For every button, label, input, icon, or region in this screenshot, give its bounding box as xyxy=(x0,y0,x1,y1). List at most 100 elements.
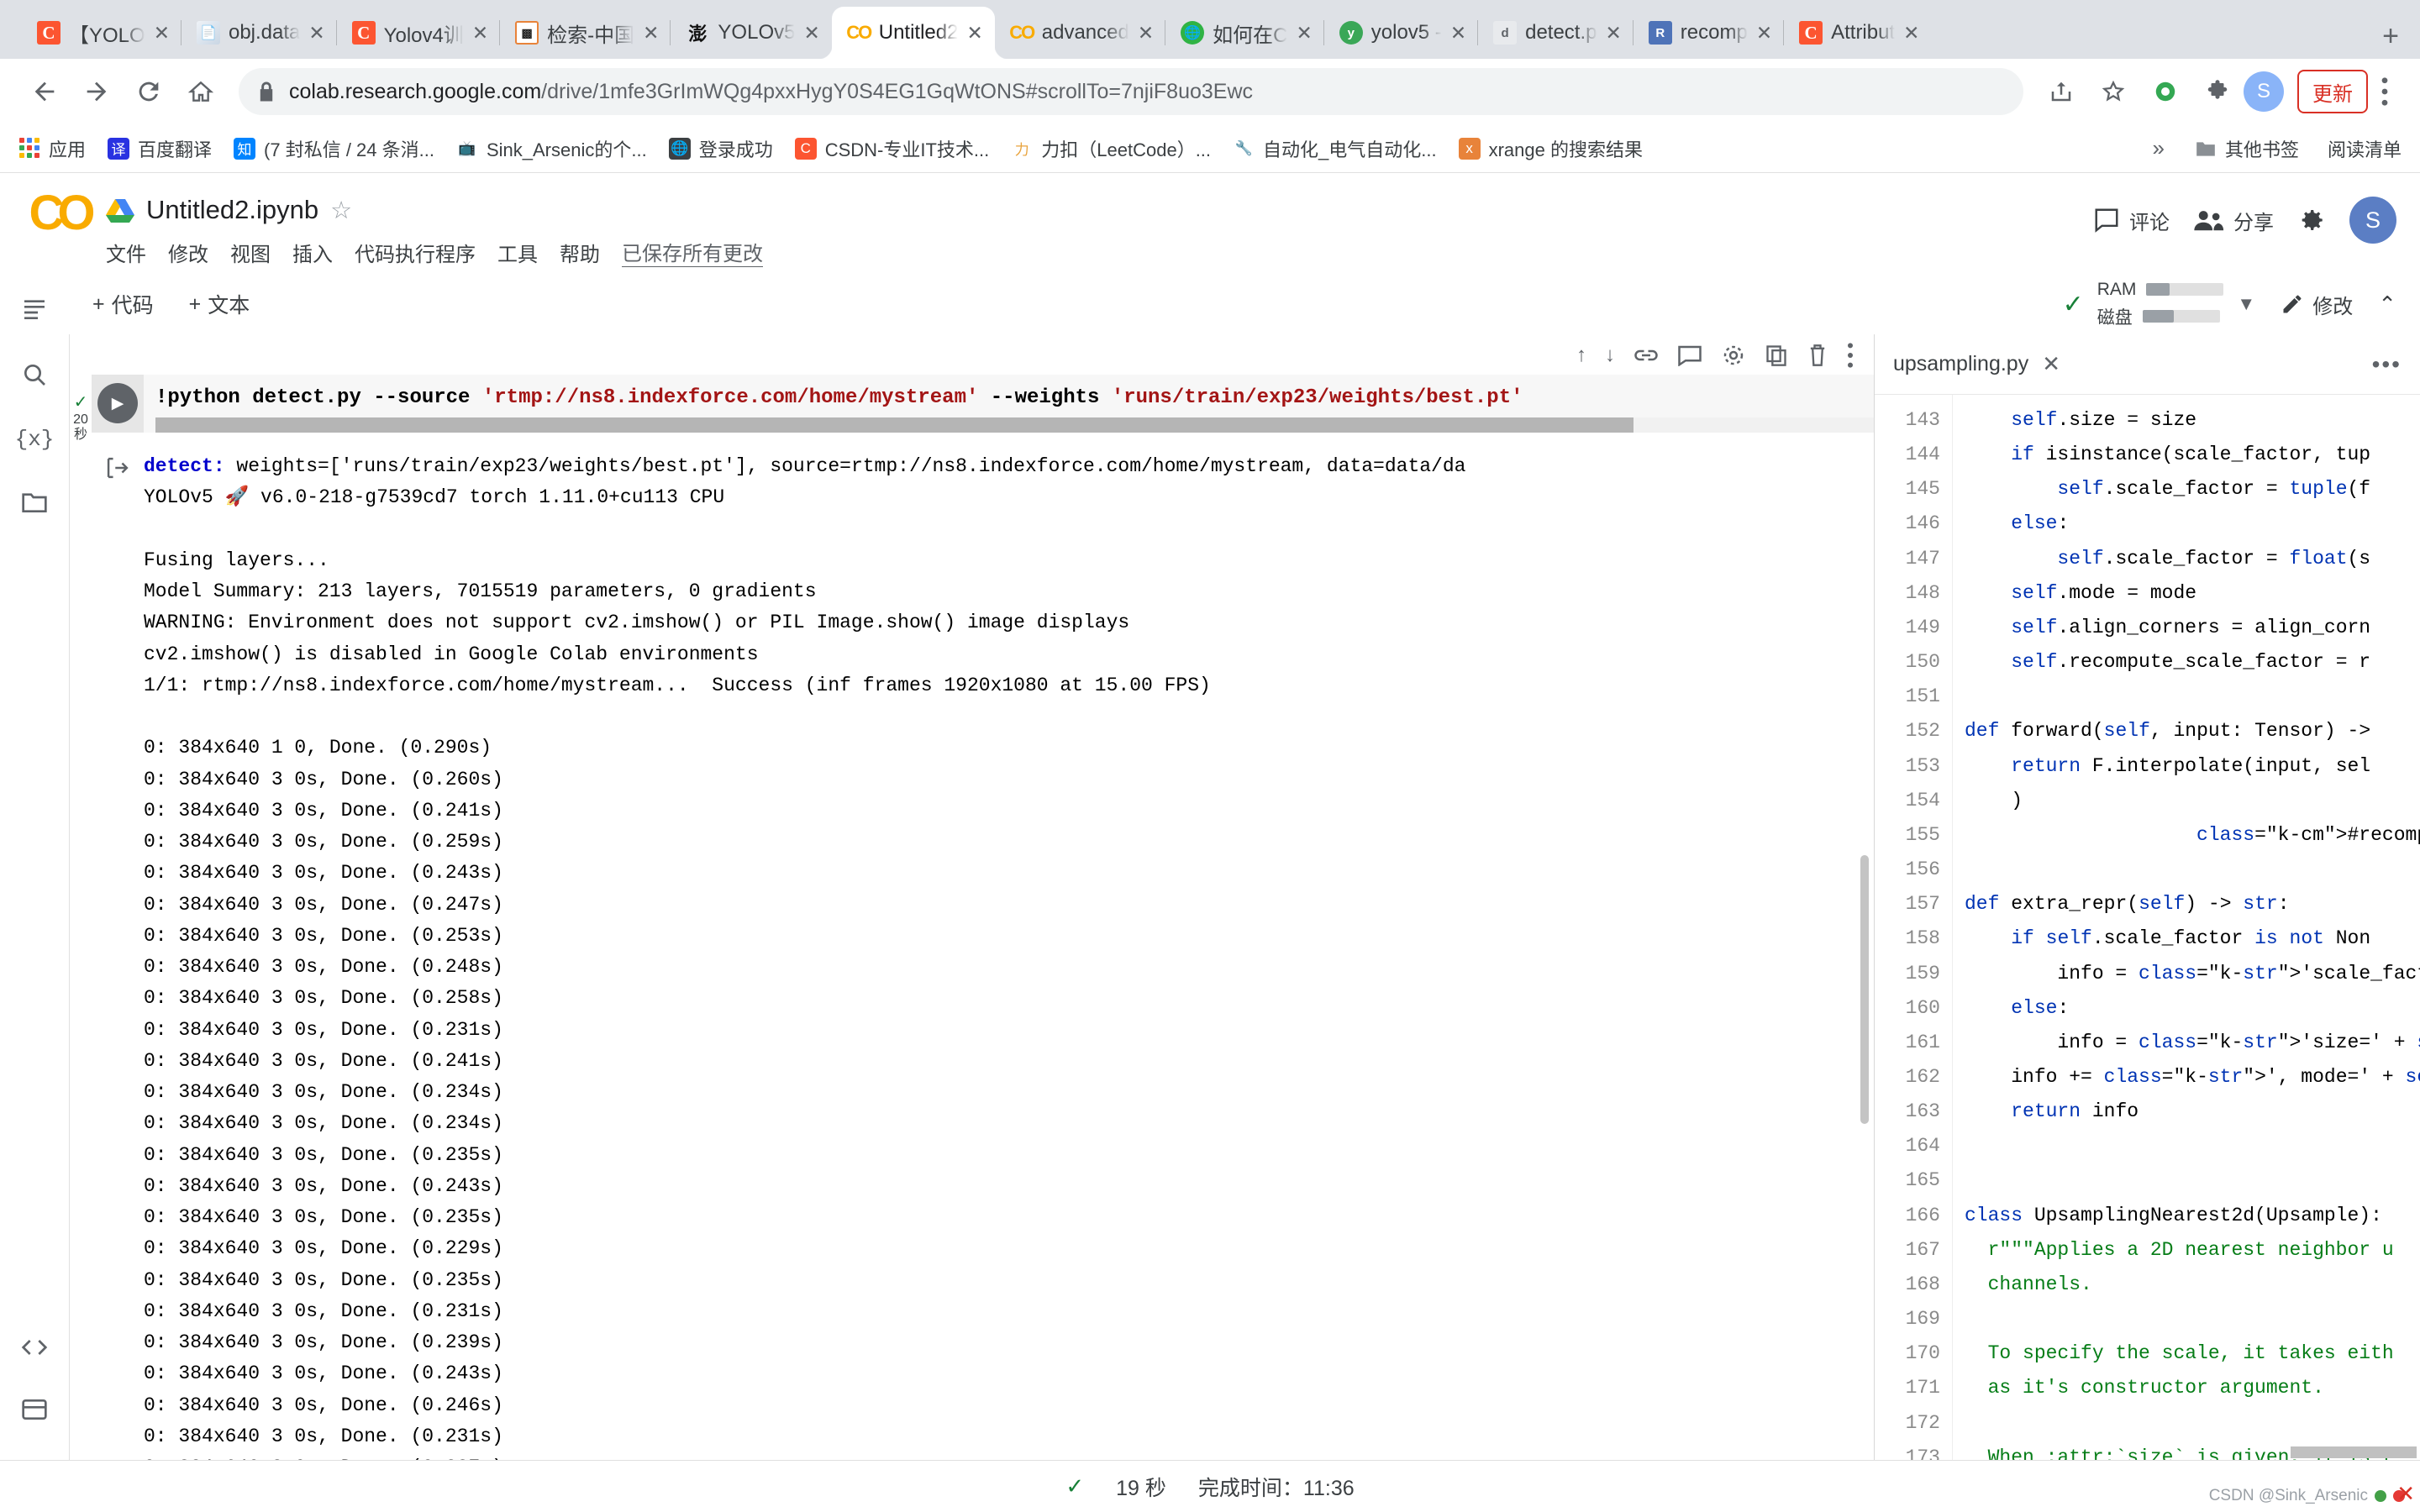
home-icon[interactable] xyxy=(175,66,227,118)
menu-item-3[interactable]: 插入 xyxy=(292,238,333,267)
bookmark-item[interactable]: 知 (7 封私信 / 24 条消... xyxy=(234,135,434,162)
reload-icon[interactable] xyxy=(123,66,175,118)
browser-tab[interactable]: C 【YOLO ✕ xyxy=(22,7,182,59)
copy-icon[interactable] xyxy=(1765,344,1788,367)
notebook-scrollbar[interactable] xyxy=(1860,855,1869,1124)
comment-button[interactable]: 评论 xyxy=(2092,206,2170,235)
share-button[interactable]: 分享 xyxy=(2193,206,2274,235)
close-icon[interactable]: ✕ xyxy=(154,23,170,43)
bookmark-item[interactable]: x xrange 的搜索结果 xyxy=(1458,135,1643,162)
chevron-down-icon[interactable]: ▼ xyxy=(2237,293,2255,315)
menu-item-4[interactable]: 代码执行程序 xyxy=(355,238,476,267)
browser-tab[interactable]: Rrecomp ✕ xyxy=(1632,7,1784,59)
new-tab-button[interactable]: + xyxy=(2368,13,2413,59)
file-editor-code[interactable]: 143 144 145 146 147 148 149 150 151 152 153 154 155 1… xyxy=(1875,395,2420,1460)
close-icon[interactable]: ✕ xyxy=(643,23,659,43)
search-icon[interactable] xyxy=(21,361,48,388)
editor-line-number: 169 xyxy=(1905,1308,1940,1331)
variables-icon[interactable]: {x} xyxy=(15,427,55,452)
editor-hscrollbar[interactable] xyxy=(2291,1446,2417,1458)
collapse-header-button[interactable]: ⌃ xyxy=(2378,291,2396,318)
close-icon[interactable]: ✕ xyxy=(1450,23,1466,43)
code-snippets-icon[interactable] xyxy=(21,1336,48,1359)
move-up-icon[interactable]: ↑ xyxy=(1576,344,1586,367)
menu-item-2[interactable]: 视图 xyxy=(230,238,271,267)
browser-tab[interactable]: CO advanced ✕ xyxy=(995,7,1165,59)
browser-tab[interactable]: d detect.p ✕ xyxy=(1477,7,1634,59)
resource-monitor[interactable]: ✓ RAM 磁盘 ▼ xyxy=(2063,280,2256,329)
toc-icon[interactable] xyxy=(21,296,48,323)
browser-tab[interactable]: y yolov5 - ✕ xyxy=(1323,7,1478,59)
move-down-icon[interactable]: ↓ xyxy=(1605,344,1615,367)
tab-strip: C 【YOLO ✕ 📄 obj.data ✕ C Yolov4训 ✕ ▩ 检索-中国 ✕ 澎 YOLOv5… xyxy=(0,0,2420,59)
bookmark-item[interactable]: C CSDN-专业IT技术... xyxy=(794,135,989,162)
file-editor-filename[interactable]: upsampling.py xyxy=(1893,352,2028,376)
browser-tab[interactable]: 📄 obj.data ✕ xyxy=(180,7,337,59)
link-icon[interactable] xyxy=(1634,344,1659,366)
browser-tab[interactable]: 🌐 如何在C ✕ xyxy=(1165,7,1324,59)
close-icon[interactable]: ✕ xyxy=(1606,23,1622,43)
menu-item-1[interactable]: 修改 xyxy=(168,238,208,267)
bookmark-item[interactable]: 力力扣（LeetCode）... xyxy=(1011,135,1211,162)
add-text-cell-button[interactable]: + 文本 xyxy=(189,289,250,319)
delete-icon[interactable] xyxy=(1807,344,1828,367)
close-icon[interactable]: ✕ xyxy=(1903,23,1919,43)
close-icon[interactable]: ✕ xyxy=(1756,23,1772,43)
colab-avatar[interactable]: S xyxy=(2349,197,2396,244)
star-icon[interactable] xyxy=(2087,66,2139,118)
address-bar[interactable]: colab.research.google.com/drive/1mfe3GrI… xyxy=(239,68,2023,115)
menu-item-0[interactable]: 文件 xyxy=(106,238,146,267)
close-icon[interactable]: ✕ xyxy=(472,23,488,43)
bookmark-item[interactable]: 应用 xyxy=(18,135,86,162)
more-vert-icon[interactable] xyxy=(1847,343,1854,368)
menu-item-6[interactable]: 帮助 xyxy=(560,238,600,267)
editor-code-lines[interactable]: self.size = size if isinstance(scale_fac… xyxy=(1952,395,2420,1460)
bookmarks-overflow[interactable]: » xyxy=(2144,135,2173,161)
bookmark-item[interactable]: 📺 Sink_Arsenic的个... xyxy=(455,135,647,162)
close-icon[interactable]: ✕ xyxy=(2042,351,2060,377)
colab-subheader: + 代码 + 文本 ✓ RAM 磁盘 ▼ 修改 ⌃ xyxy=(0,274,2420,334)
bookmark-item[interactable]: 🔧 自动化_电气自动化... xyxy=(1233,135,1437,162)
run-icon[interactable]: ▶ xyxy=(97,383,138,423)
more-horiz-icon[interactable]: ••• xyxy=(2372,351,2402,378)
share-icon[interactable] xyxy=(2035,66,2087,118)
bookmark-item[interactable]: 🌐 登录成功 xyxy=(668,135,773,162)
profile-chip-icon[interactable] xyxy=(2139,66,2191,118)
code-line: !python detect.py --source 'rtmp://ns8.i… xyxy=(155,386,1874,409)
settings-icon[interactable] xyxy=(1721,343,1746,368)
code-editor[interactable]: !python detect.py --source 'rtmp://ns8.i… xyxy=(144,375,1874,433)
bookmark-item[interactable]: 译百度翻译 xyxy=(108,135,212,162)
settings-gear-button[interactable] xyxy=(2297,206,2326,234)
terminal-box-icon[interactable] xyxy=(21,1398,48,1421)
close-icon[interactable]: ✕ xyxy=(308,23,324,43)
colab-logo-icon[interactable]: CO xyxy=(24,186,96,240)
browser-tab[interactable]: CO Untitled2 ✕ xyxy=(818,7,995,59)
notebook-title[interactable]: Untitled2.ipynb xyxy=(146,195,318,225)
browser-tab[interactable]: C Yolov4训 ✕ xyxy=(335,7,500,59)
menu-item-5[interactable]: 工具 xyxy=(497,238,538,267)
close-icon[interactable]: ✕ xyxy=(1138,23,1154,43)
star-icon[interactable]: ☆ xyxy=(330,196,352,225)
files-icon[interactable] xyxy=(21,491,48,514)
browser-tab[interactable]: 澎 YOLOv5 ✕ xyxy=(670,7,831,59)
back-arrow-icon[interactable] xyxy=(18,66,71,118)
close-icon[interactable]: ✕ xyxy=(966,23,982,43)
add-code-cell-button[interactable]: + 代码 xyxy=(92,289,154,319)
forward-arrow-icon[interactable] xyxy=(71,66,123,118)
edit-button[interactable]: 修改 xyxy=(2281,290,2353,319)
tab-title: Attribut xyxy=(1831,21,1896,44)
code-hscrollbar[interactable] xyxy=(155,417,1874,433)
auto-icon: 🔧 xyxy=(1233,137,1255,160)
avatar[interactable]: S xyxy=(2244,71,2284,112)
comment-icon[interactable] xyxy=(1677,344,1702,366)
reading-list-button[interactable]: 阅读清单 xyxy=(2328,135,2402,162)
close-icon[interactable]: ✕ xyxy=(1296,23,1312,43)
other-bookmarks-folder[interactable]: 其他书签 xyxy=(2195,135,2299,162)
browser-menu-icon[interactable] xyxy=(2368,66,2402,118)
browser-tab[interactable]: C Attribut ✕ xyxy=(1783,7,1931,59)
update-button[interactable]: 更新 xyxy=(2297,70,2368,113)
extensions-icon[interactable] xyxy=(2191,66,2244,118)
browser-tab[interactable]: ▩ 检索-中国 ✕ xyxy=(499,7,671,59)
close-icon[interactable]: ✕ xyxy=(803,23,819,43)
close-icon[interactable]: ✕ xyxy=(2396,1481,2415,1507)
